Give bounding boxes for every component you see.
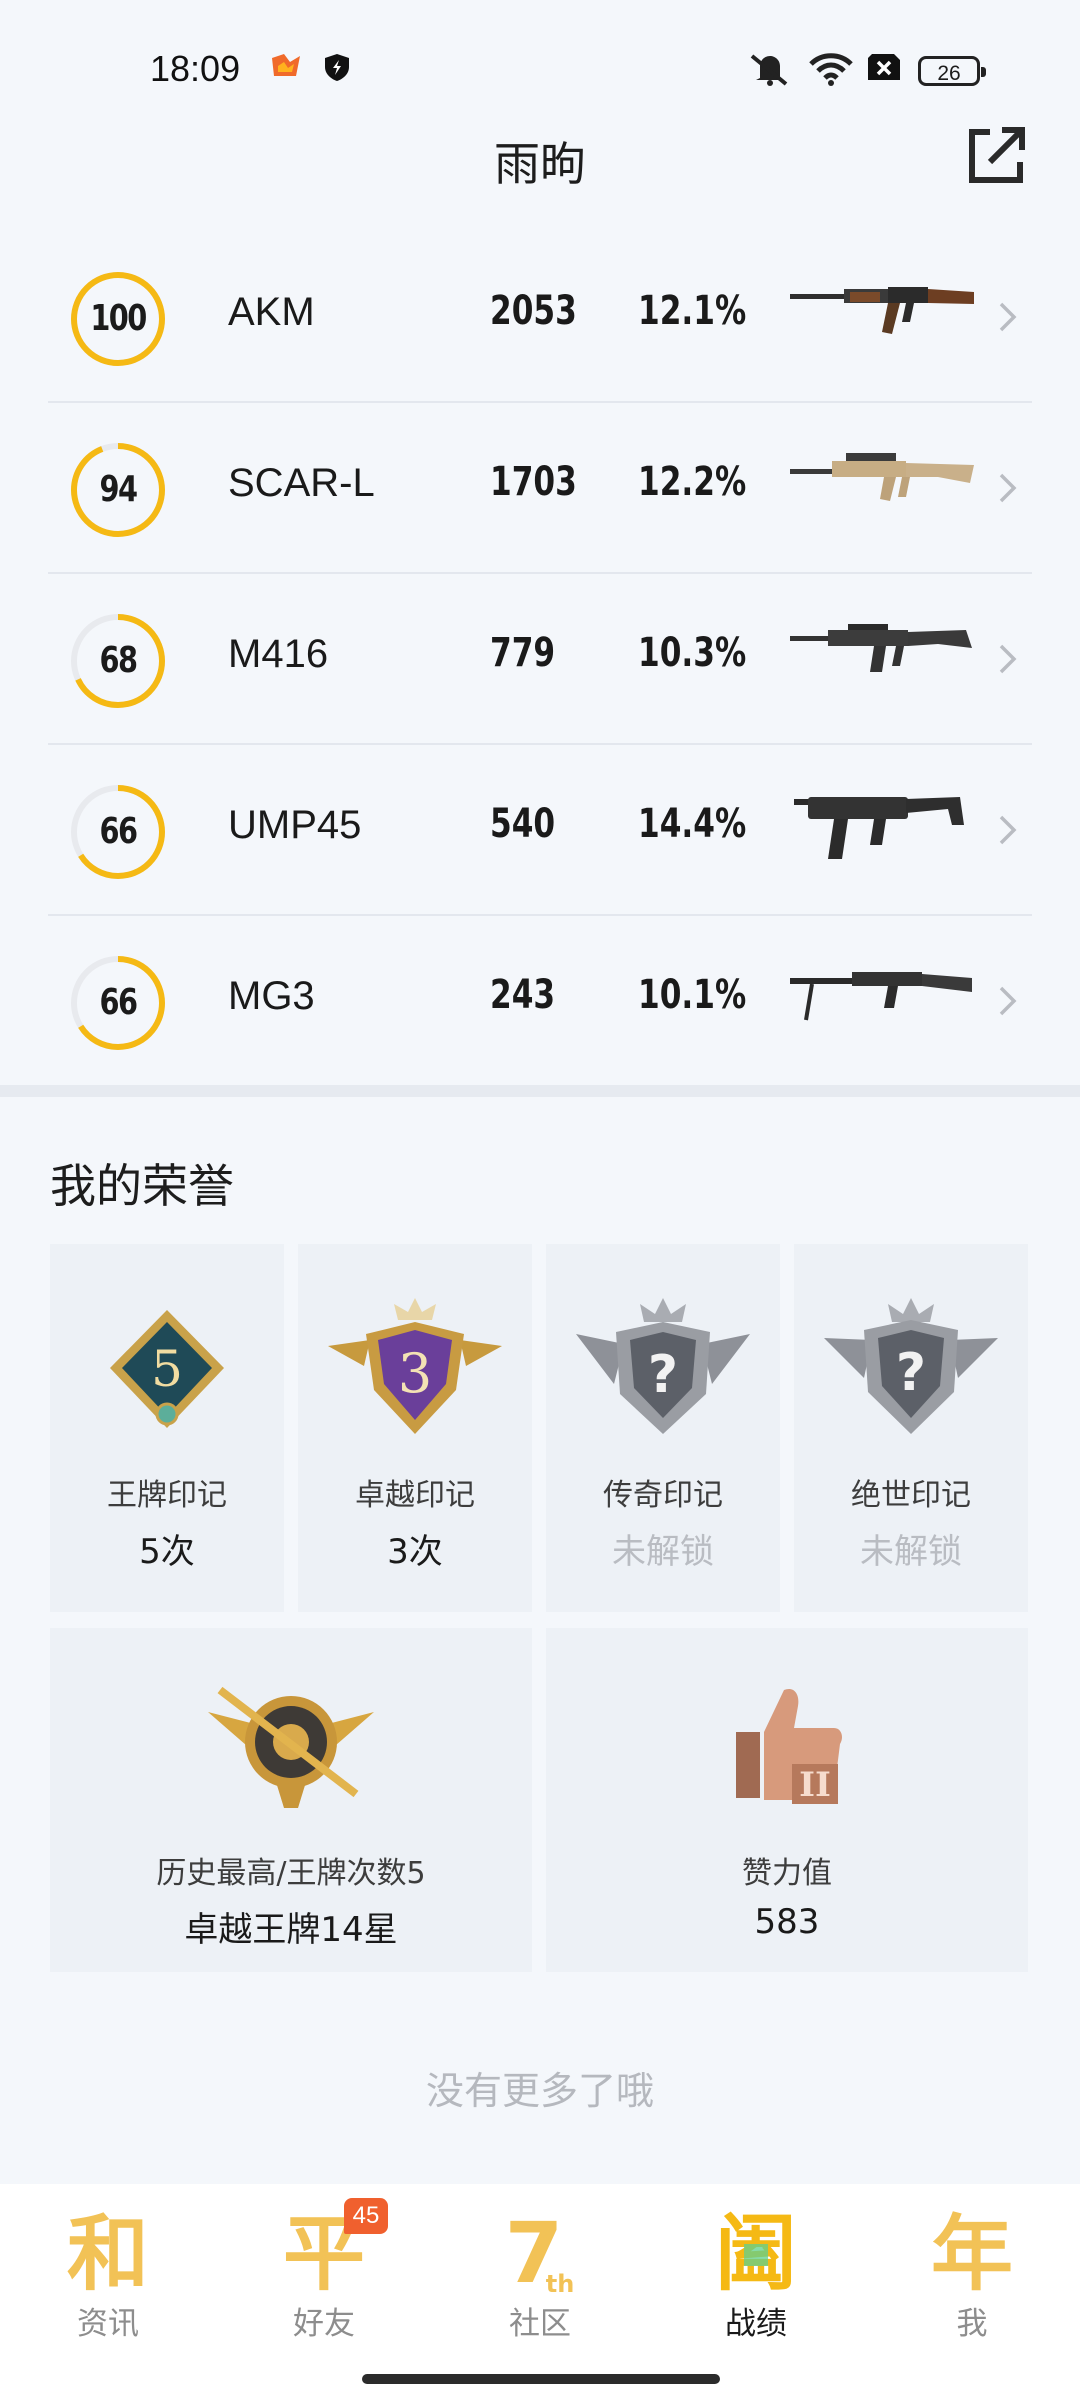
svg-text:th: th xyxy=(546,2270,575,2296)
chevron-right-icon xyxy=(999,473,1017,503)
weapon-rate: 12.2% xyxy=(638,459,747,505)
tab-friends[interactable]: 平 45 好友 xyxy=(216,2184,432,2400)
tab-news[interactable]: 和 资讯 xyxy=(0,2184,216,2400)
svg-text:和: 和 xyxy=(67,2207,149,2296)
ace-mark-badge-icon: 5 xyxy=(110,1310,224,1428)
me-tab-icon: 年 xyxy=(931,2207,1013,2296)
records-tab-icon: 阖 xyxy=(715,2207,797,2296)
svg-text:年: 年 xyxy=(931,2207,1013,2296)
weapon-row[interactable]: 68 M416 779 10.3% xyxy=(48,574,1032,745)
honor-value: 3次 xyxy=(387,1532,443,1572)
like-power-value: 583 xyxy=(754,1902,820,1942)
friends-count-badge: 45 xyxy=(344,2198,388,2234)
tab-label: 我 xyxy=(956,2306,988,2342)
badge-number: 5 xyxy=(151,1340,183,1398)
weapon-row[interactable]: 66 UMP45 540 14.4% xyxy=(48,745,1032,916)
weapon-kill-count: 1703 xyxy=(490,459,577,505)
weapon-rate: 10.3% xyxy=(638,630,747,676)
no-sim-icon xyxy=(868,54,900,80)
tab-label: 社区 xyxy=(509,2306,571,2342)
community-tab-icon: 7 th xyxy=(505,2206,575,2296)
weapon-kill-count: 540 xyxy=(490,801,556,847)
weapon-rate: 12.1% xyxy=(638,288,747,334)
proficiency-score: 100 xyxy=(90,298,147,339)
tab-label: 资讯 xyxy=(77,2306,139,2342)
legend-mark-badge-icon: ? xyxy=(576,1298,750,1434)
weapon-row[interactable]: 100 AKM 2053 12.1% xyxy=(48,232,1032,403)
app-notification-icon xyxy=(272,54,300,76)
weapon-row[interactable]: 66 MG3 243 10.1% xyxy=(48,916,1032,1087)
m416-rifle-icon xyxy=(790,624,972,672)
weapon-name: AKM xyxy=(228,290,315,334)
weapon-kill-count: 2053 xyxy=(490,288,577,334)
chevron-right-icon xyxy=(999,644,1017,674)
peerless-mark-badge-icon: ? xyxy=(824,1298,998,1434)
share-button[interactable] xyxy=(964,124,1028,188)
weapon-list: 100 AKM 2053 12.1% 94 SCAR-L 1703 12.2% xyxy=(48,232,1032,1087)
weapon-row[interactable]: 94 SCAR-L 1703 12.2% xyxy=(48,403,1032,574)
tab-label: 好友 xyxy=(293,2306,355,2342)
thumbs-up-icon: II xyxy=(736,1688,842,1805)
page-title: 雨昫 xyxy=(494,137,586,191)
badge-symbol: ? xyxy=(896,1343,926,1403)
status-time: 18:09 xyxy=(150,48,241,89)
bottom-tab-bar: 和 资讯 平 45 好友 7 th 社区 阖 战绩 年 我 xyxy=(0,2184,1080,2400)
chevron-right-icon xyxy=(999,302,1017,332)
weapon-name: MG3 xyxy=(228,974,315,1018)
honor-label: 王牌印记 xyxy=(107,1478,227,1513)
excellent-mark-card[interactable]: 3 卓越印记 3次 xyxy=(298,1244,532,1612)
badge-symbol: ? xyxy=(648,1345,678,1405)
proficiency-score: 66 xyxy=(99,982,138,1023)
proficiency-score: 66 xyxy=(99,811,138,852)
tab-community[interactable]: 7 th 社区 xyxy=(432,2184,648,2400)
weapon-name: M416 xyxy=(228,632,329,676)
history-best-label: 历史最高/王牌次数5 xyxy=(156,1856,426,1891)
weapon-kill-count: 243 xyxy=(490,972,556,1018)
chevron-right-icon xyxy=(999,986,1017,1016)
tab-label: 战绩 xyxy=(725,2306,787,2342)
history-best-card[interactable]: 历史最高/王牌次数5 卓越王牌14星 xyxy=(50,1628,532,1972)
honor-label: 传奇印记 xyxy=(603,1478,723,1513)
tab-me[interactable]: 年 我 xyxy=(864,2184,1080,2400)
wifi-icon xyxy=(809,53,853,86)
ump45-smg-icon xyxy=(794,797,964,859)
akm-rifle-icon xyxy=(790,287,974,334)
proficiency-score: 94 xyxy=(99,469,138,510)
honor-value: 未解锁 xyxy=(860,1532,962,1572)
chevron-right-icon xyxy=(999,815,1017,845)
mute-icon xyxy=(750,54,788,86)
status-bar: 18:09 26 xyxy=(0,0,1080,140)
legend-mark-card[interactable]: ? 传奇印记 未解锁 xyxy=(546,1244,780,1612)
honor-label: 卓越印记 xyxy=(355,1478,475,1513)
battery-indicator: 26 xyxy=(918,56,986,86)
weapon-name: SCAR-L xyxy=(228,461,375,505)
honor-value: 未解锁 xyxy=(612,1532,714,1572)
honors-section-title: 我的荣誉 xyxy=(50,1159,234,1213)
shield-notification-icon xyxy=(325,54,349,81)
excellent-mark-badge-icon: 3 xyxy=(328,1298,502,1434)
proficiency-score: 68 xyxy=(99,640,138,681)
ace-mark-card[interactable]: 5 王牌印记 5次 xyxy=(50,1244,284,1612)
mg3-machinegun-icon xyxy=(790,972,972,1021)
tab-records[interactable]: 阖 战绩 xyxy=(648,2184,864,2400)
weapon-kill-count: 779 xyxy=(490,630,556,676)
rank-emblem-icon xyxy=(208,1686,374,1808)
peerless-mark-card[interactable]: ? 绝世印记 未解锁 xyxy=(794,1244,1028,1612)
weapon-rate: 10.1% xyxy=(638,972,747,1018)
svg-text:II: II xyxy=(799,1765,831,1805)
like-power-label: 赞力值 xyxy=(742,1856,832,1891)
end-of-list-text: 没有更多了哦 xyxy=(425,2069,654,2113)
honor-value: 5次 xyxy=(139,1532,195,1572)
home-indicator[interactable] xyxy=(362,2374,720,2384)
weapon-name: UMP45 xyxy=(228,803,362,847)
history-best-value: 卓越王牌14星 xyxy=(184,1910,398,1950)
scar-rifle-icon xyxy=(790,453,974,501)
weapon-rate: 14.4% xyxy=(638,801,747,847)
section-divider xyxy=(0,1085,1080,1097)
like-power-card[interactable]: II 赞力值 583 xyxy=(546,1628,1028,1972)
news-tab-icon: 和 xyxy=(67,2207,149,2296)
badge-number: 3 xyxy=(398,1342,432,1405)
honor-label: 绝世印记 xyxy=(851,1478,971,1513)
